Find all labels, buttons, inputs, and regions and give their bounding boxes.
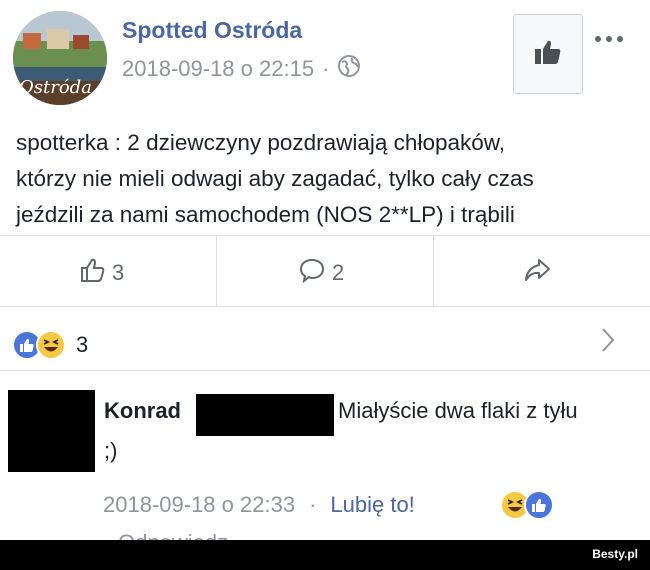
- divider: [0, 306, 650, 307]
- meta-separator: ·: [322, 56, 330, 81]
- divider: [433, 236, 434, 306]
- watermark-logo: Besty.pl: [592, 547, 638, 561]
- comment-reactions[interactable]: [500, 490, 554, 520]
- share-action-button[interactable]: [523, 257, 551, 289]
- globe-icon: [337, 54, 361, 84]
- share-icon: [523, 257, 551, 289]
- comment-count: 2: [332, 260, 345, 285]
- page-avatar[interactable]: Ostróda: [13, 11, 107, 105]
- comment-reply-link[interactable]: Odpowiedz: [118, 530, 228, 540]
- reaction-count: 3: [76, 332, 89, 357]
- divider: [0, 370, 650, 371]
- post-timestamp[interactable]: 2018-09-18 o 22:15: [122, 56, 314, 82]
- post-text: spotterka : 2 dziewczyny pozdrawiają chł…: [16, 125, 636, 233]
- divider: [0, 235, 650, 236]
- comment-meta: 2018-09-18 o 22:33 · Lubię to!: [103, 492, 415, 518]
- meta-separator: ·: [309, 492, 317, 517]
- commenter-avatar-redacted: [8, 390, 95, 472]
- comment-timestamp[interactable]: 2018-09-18 o 22:33: [103, 492, 295, 518]
- commenter-surname-redacted: [196, 394, 334, 436]
- comment-icon: [298, 257, 326, 289]
- post-text-line: spotterka : 2 dziewczyny pozdrawiają chł…: [16, 130, 506, 155]
- like-count: 3: [112, 260, 125, 285]
- divider: [216, 236, 217, 306]
- haha-icon: [36, 330, 66, 360]
- thumbs-up-outline-icon: [80, 257, 106, 289]
- more-options-button[interactable]: [594, 26, 624, 49]
- reactions-summary[interactable]: 3: [12, 330, 88, 360]
- post-text-line: jeździli za nami samochodem (NOS 2**LP) …: [16, 202, 515, 227]
- avatar-text: Ostróda: [19, 77, 92, 98]
- post-text-line: którzy nie mieli odwagi aby zagadać, tyl…: [16, 166, 534, 191]
- comment-like-link[interactable]: Lubię to!: [330, 492, 414, 518]
- comment-text: Miałyście dwa flaki z tyłu: [338, 398, 578, 423]
- comment-action-button[interactable]: 2: [298, 257, 344, 289]
- comment-text-continued: ;): [104, 438, 118, 463]
- chevron-right-icon[interactable]: [600, 326, 616, 359]
- like-action-button[interactable]: 3: [80, 257, 124, 289]
- page-name[interactable]: Spotted Ostróda: [122, 17, 302, 44]
- bottom-bar: [0, 540, 650, 570]
- thumbs-up-icon: [534, 39, 562, 70]
- commenter-name[interactable]: Konrad: [104, 398, 181, 424]
- like-icon: [524, 490, 554, 520]
- post-meta: 2018-09-18 o 22:15 ·: [122, 54, 361, 84]
- like-page-button[interactable]: [513, 14, 583, 94]
